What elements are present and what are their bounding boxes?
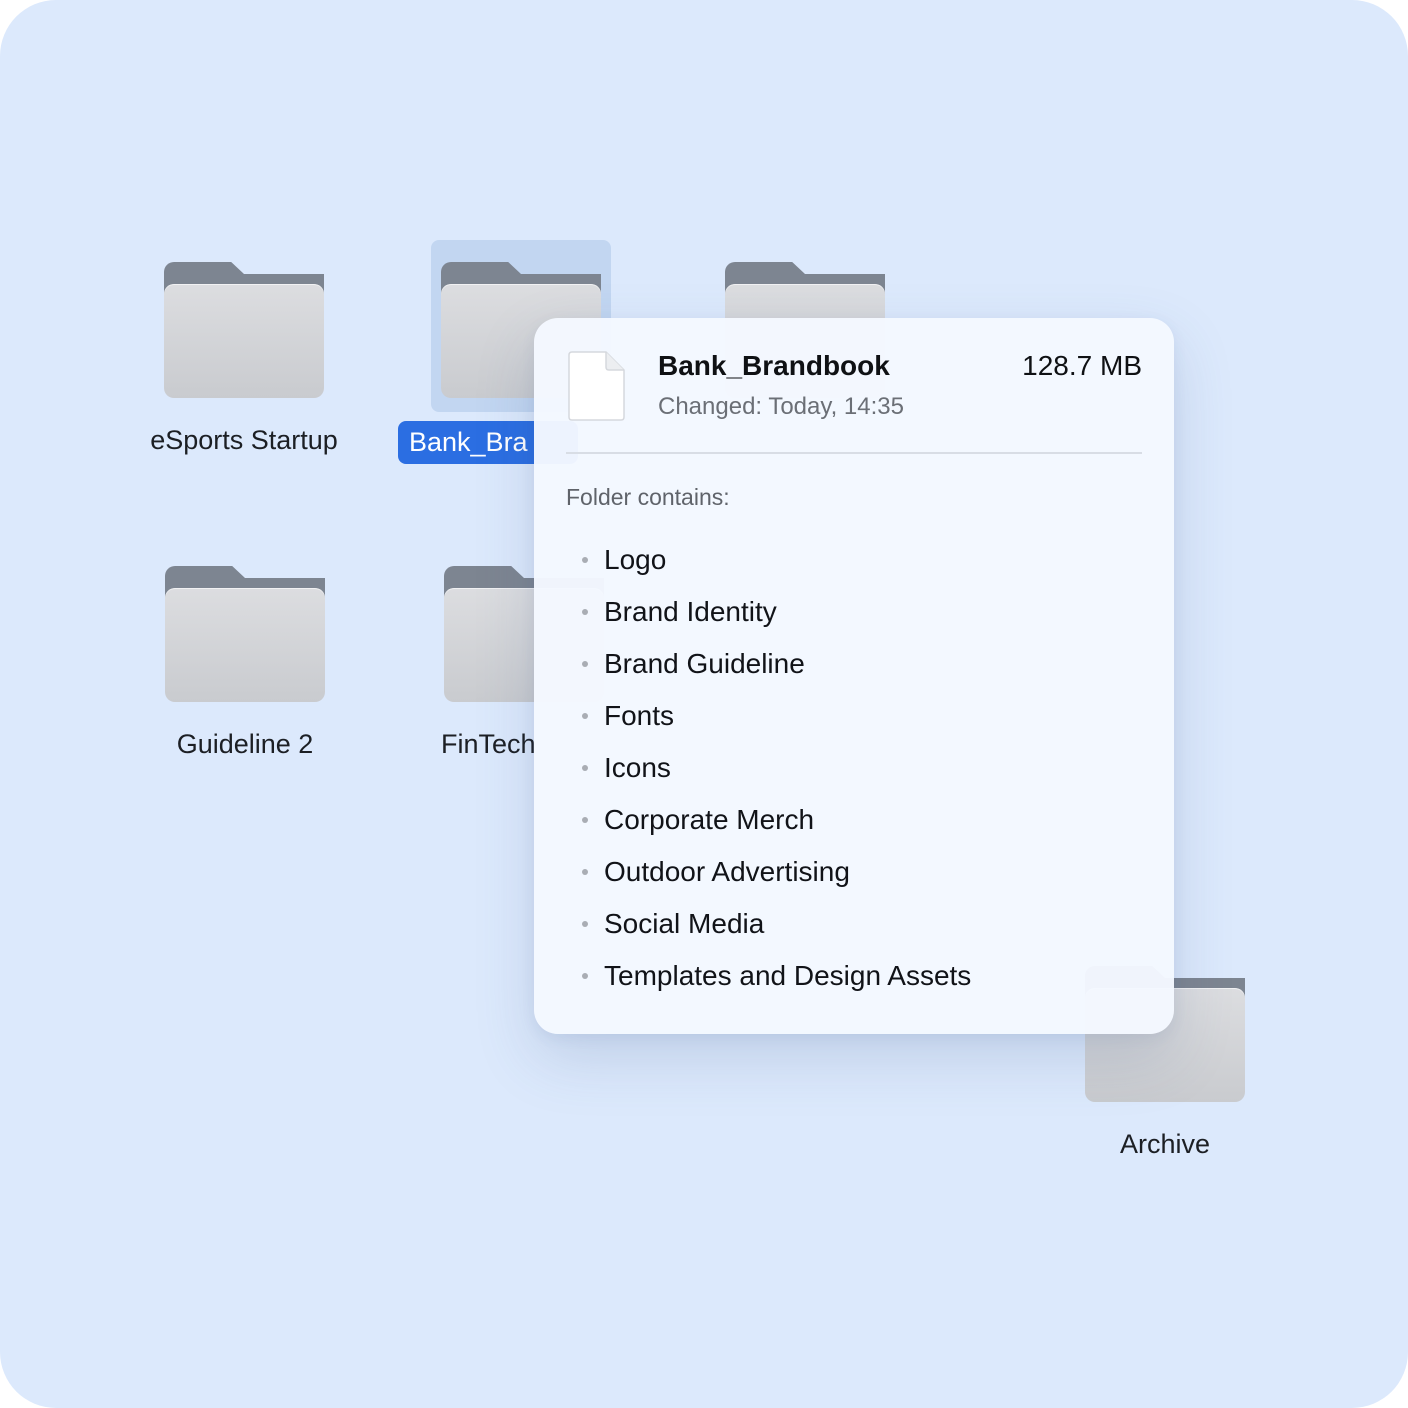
popover-title: Bank_Brandbook [658, 350, 890, 381]
bullet-icon [582, 765, 588, 771]
bullet-icon [582, 973, 588, 979]
desktop: eSports Startup Bank_Bra Guideline 2 Fin… [0, 0, 1408, 1408]
popover-changed: Changed: Today, 14:35 [658, 393, 904, 420]
bullet-icon [582, 661, 588, 667]
bullet-icon [582, 869, 588, 875]
list-item: Social Media [566, 898, 971, 950]
list-item: Templates and Design Assets [566, 950, 971, 1002]
document-icon [568, 351, 625, 421]
bullet-icon [582, 609, 588, 615]
popover-size: 128.7 MB [1022, 350, 1142, 381]
bullet-icon [582, 921, 588, 927]
folder-label: Guideline 2 [176, 729, 314, 759]
list-item: Icons [566, 742, 971, 794]
folder-guideline-2[interactable]: Guideline 2 [115, 566, 375, 806]
folder-icon [164, 262, 324, 398]
list-item: Logo [566, 534, 971, 586]
list-item: Outdoor Advertising [566, 846, 971, 898]
popover-contents-list: Logo Brand Identity Brand Guideline Font… [566, 534, 971, 1002]
bullet-icon [582, 713, 588, 719]
folder-label: eSports Startup [150, 425, 338, 455]
popover-divider [566, 452, 1142, 454]
list-item: Fonts [566, 690, 971, 742]
bullet-icon [582, 557, 588, 563]
popover-contains-label: Folder contains: [566, 484, 730, 510]
list-item: Corporate Merch [566, 794, 971, 846]
list-item: Brand Identity [566, 586, 971, 638]
folder-info-popover: Bank_Brandbook 128.7 MB Changed: Today, … [534, 318, 1174, 1034]
folder-label: FinTech [441, 729, 536, 759]
folder-esports-startup[interactable]: eSports Startup [114, 262, 374, 502]
bullet-icon [582, 817, 588, 823]
list-item: Brand Guideline [566, 638, 971, 690]
folder-label: Archive [1119, 1129, 1211, 1159]
folder-icon [165, 566, 325, 702]
